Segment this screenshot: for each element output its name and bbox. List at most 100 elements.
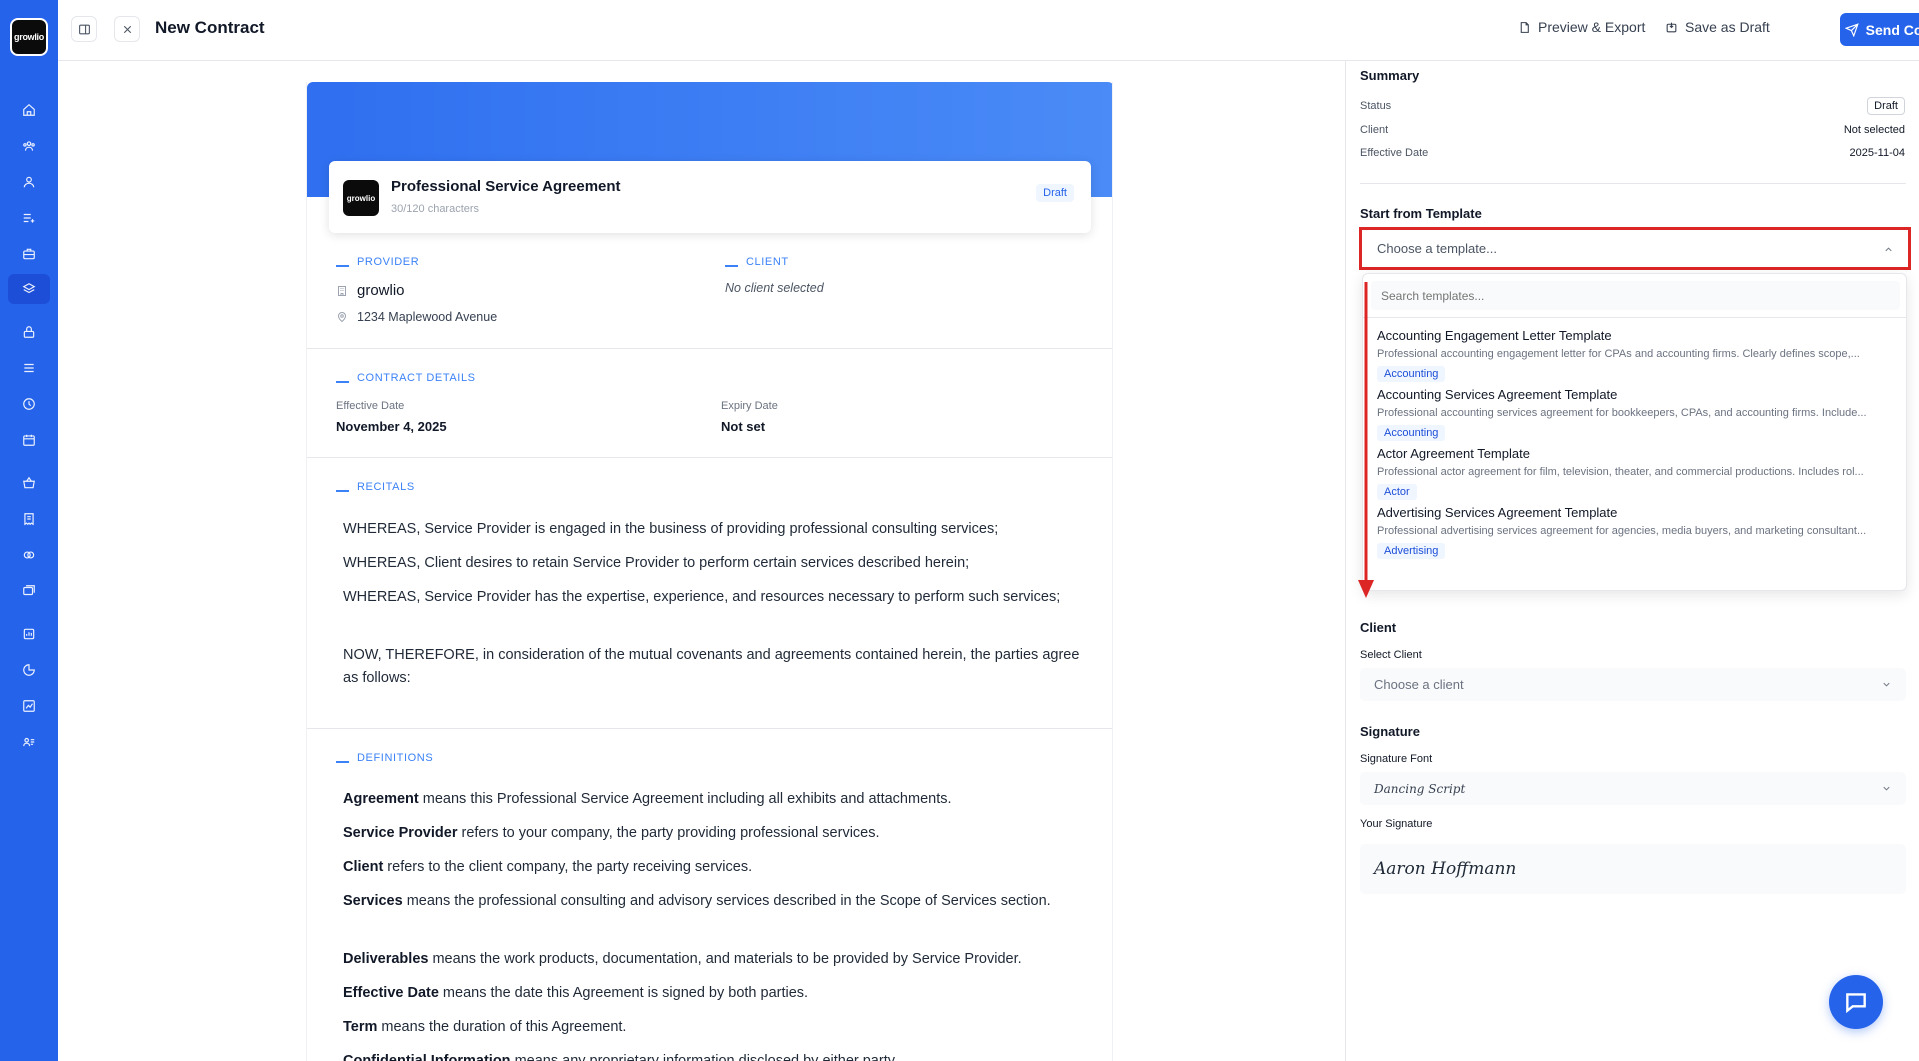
effective-date-value: 2025-11-04 — [1849, 147, 1905, 159]
expiry-date-value: Not set — [721, 419, 766, 434]
recital-paragraph: NOW, THEREFORE, in consideration of the … — [343, 647, 1080, 686]
definition-item: Deliverables means the work products, do… — [343, 951, 1022, 967]
template-category-tag: Advertising — [1377, 543, 1446, 559]
cards-icon[interactable] — [17, 579, 41, 603]
template-option[interactable]: Advertising Services Agreement Template … — [1377, 505, 1897, 559]
send-icon — [1844, 22, 1859, 37]
client-label: Client — [1360, 124, 1389, 136]
status-label: Status — [1360, 100, 1392, 112]
briefcase-icon[interactable] — [17, 242, 41, 266]
provider-section-label: PROVIDER — [336, 256, 419, 268]
client-value: No client selected — [725, 281, 824, 295]
signature-field[interactable]: Aaron Hoffmann — [1360, 844, 1906, 894]
template-category-tag: Actor — [1377, 484, 1417, 500]
sidebar-toggle-button[interactable] — [71, 16, 97, 42]
close-button[interactable] — [114, 16, 140, 42]
definition-item: Agreement means this Professional Servic… — [343, 791, 952, 807]
location-pin-icon — [337, 312, 347, 323]
receipt-icon[interactable] — [17, 507, 41, 531]
chevron-up-icon — [1885, 247, 1892, 252]
template-option-description: Professional advertising services agreem… — [1377, 525, 1867, 537]
effective-date-label: Effective Date — [1360, 147, 1429, 159]
template-option-description: Professional actor agreement for film, t… — [1377, 466, 1864, 478]
lock-icon[interactable] — [17, 320, 41, 344]
menu-icon[interactable] — [17, 356, 41, 380]
save-draft-button[interactable]: Save as Draft — [1665, 19, 1770, 35]
building-icon — [338, 285, 346, 296]
select-client-label: Select Client — [1360, 649, 1422, 661]
report-icon[interactable] — [17, 622, 41, 646]
divider — [307, 457, 1112, 458]
arrow-down-annotation-icon — [1358, 282, 1374, 598]
definition-item: Services means the professional consulti… — [343, 893, 1051, 909]
signature-font-label: Signature Font — [1360, 753, 1433, 765]
chart-icon[interactable] — [17, 694, 41, 718]
save-draft-label: Save as Draft — [1685, 19, 1770, 35]
sidebar: growlio — [0, 0, 58, 1061]
template-option-title: Advertising Services Agreement Template — [1377, 505, 1618, 520]
settings-panel: Summary Status Draft Client Not selected… — [1345, 61, 1919, 1061]
client-heading: Client — [1360, 620, 1397, 635]
effective-date-label: Effective Date — [336, 400, 405, 412]
chevron-down-icon — [1883, 682, 1890, 687]
summary-heading: Summary — [1360, 68, 1420, 83]
template-placeholder: Choose a template... — [1377, 241, 1497, 256]
chat-bubble-icon — [1846, 993, 1866, 1014]
provider-name-row: growlio — [336, 282, 405, 299]
definition-item: Term means the duration of this Agreemen… — [343, 1019, 627, 1035]
divider — [307, 728, 1112, 729]
recital-paragraph: WHEREAS, Service Provider has the expert… — [343, 589, 1061, 605]
recital-paragraph: WHEREAS, Service Provider is engaged in … — [343, 521, 999, 537]
template-option-title: Accounting Engagement Letter Template — [1377, 328, 1612, 343]
template-select[interactable]: Choose a template... — [1359, 227, 1911, 270]
preview-export-label: Preview & Export — [1538, 19, 1646, 35]
list-add-icon[interactable] — [17, 206, 41, 230]
expiry-date-label: Expiry Date — [721, 400, 778, 412]
signature-heading: Signature — [1360, 724, 1420, 739]
provider-address: 1234 Maplewood Avenue — [357, 310, 498, 324]
panel-icon — [78, 24, 90, 34]
send-contract-button[interactable]: Send Contract — [1840, 13, 1919, 46]
preview-export-button[interactable]: Preview & Export — [1518, 19, 1645, 35]
template-option-title: Actor Agreement Template — [1377, 446, 1530, 461]
coins-icon[interactable] — [17, 543, 41, 567]
signature-font-value: Dancing Script — [1374, 781, 1466, 796]
calendar-icon[interactable] — [17, 428, 41, 452]
client-value: Not selected — [1843, 124, 1905, 136]
pie-chart-icon[interactable] — [17, 658, 41, 682]
client-select-placeholder: Choose a client — [1374, 677, 1464, 692]
signature-font-select[interactable]: Dancing Script — [1360, 772, 1906, 805]
template-option-description: Professional accounting engagement lette… — [1377, 348, 1860, 360]
template-search-input[interactable] — [1371, 281, 1900, 310]
status-badge: Draft — [1036, 184, 1074, 202]
template-option[interactable]: Accounting Engagement Letter Template Pr… — [1377, 328, 1897, 382]
clock-icon[interactable] — [17, 392, 41, 416]
client-select[interactable]: Choose a client — [1360, 668, 1906, 701]
send-contract-label: Send Contract — [1865, 21, 1919, 38]
status-badge: Draft — [1867, 97, 1905, 115]
help-chat-button[interactable] — [1829, 975, 1883, 1029]
basket-icon[interactable] — [17, 471, 41, 495]
contract-details-label: CONTRACT DETAILS — [336, 372, 476, 384]
template-option-description: Professional accounting services agreeme… — [1377, 407, 1867, 419]
team-icon[interactable] — [17, 134, 41, 158]
template-option[interactable]: Accounting Services Agreement Template P… — [1377, 387, 1897, 441]
app-logo[interactable]: growlio — [10, 18, 48, 56]
close-icon — [123, 25, 131, 33]
company-logo: growlio — [343, 180, 379, 216]
home-icon[interactable] — [17, 98, 41, 122]
recitals-label: RECITALS — [336, 481, 415, 493]
effective-date-value: November 4, 2025 — [336, 419, 447, 434]
your-signature-label: Your Signature — [1360, 818, 1433, 830]
contract-title[interactable]: Professional Service Agreement — [391, 178, 621, 195]
template-option[interactable]: Actor Agreement Template Professional ac… — [1377, 446, 1897, 500]
layers-icon[interactable] — [8, 274, 50, 304]
contacts-icon[interactable] — [17, 730, 41, 754]
divider — [307, 348, 1112, 349]
user-icon[interactable] — [17, 170, 41, 194]
definition-item: Client refers to the client company, the… — [343, 859, 753, 875]
definition-item: Confidential Information means any propr… — [343, 1053, 898, 1061]
divider — [1360, 183, 1906, 184]
provider-name: growlio — [357, 282, 405, 299]
client-section-label: CLIENT — [725, 256, 789, 268]
